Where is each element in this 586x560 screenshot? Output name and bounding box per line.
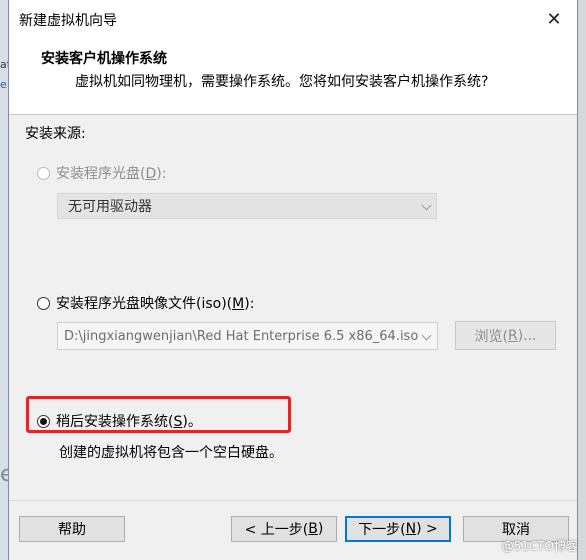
iso-image-label: 安装程序光盘映像文件(iso)(M): — [56, 296, 255, 312]
chevron-down-icon — [421, 330, 432, 341]
radio-button-icon — [37, 296, 50, 310]
radio-button-selected-icon — [37, 414, 50, 428]
window-title: 新建虚拟机向导 — [19, 13, 117, 29]
wizard-footer: 帮助 < 上一步(B) 下一步(N) > 取消 — [9, 500, 577, 560]
next-button[interactable]: 下一步(N) > — [345, 516, 451, 542]
iso-image-radio[interactable]: 安装程序光盘映像文件(iso)(M): — [37, 293, 254, 313]
back-button[interactable]: < 上一步(B) — [231, 516, 337, 542]
close-icon: ✕ — [546, 8, 562, 30]
install-later-radio[interactable]: 稍后安装操作系统(S)。 — [37, 411, 202, 431]
install-later-description: 创建的虚拟机将包含一个空白硬盘。 — [59, 445, 283, 461]
install-later-label: 稍后安装操作系统(S)。 — [56, 414, 202, 430]
iso-path-combobox[interactable]: D:\jingxiangwenjian\Red Hat Enterprise 6… — [57, 322, 438, 350]
iso-path-value: D:\jingxiangwenjian\Red Hat Enterprise 6… — [64, 328, 419, 344]
background-app-strip — [578, 0, 586, 560]
close-button[interactable]: ✕ — [531, 0, 577, 38]
install-source-label: 安装来源: — [25, 126, 86, 142]
browse-button[interactable]: 浏览(R)... — [455, 321, 556, 350]
title-bar[interactable]: 新建虚拟机向导 ✕ — [9, 0, 577, 38]
wizard-content: 安装来源: 安装程序光盘(D): 无可用驱动器 安装程序光盘映像文件(iso)(… — [9, 115, 577, 500]
watermark: @51CTO博客 — [501, 539, 578, 553]
installer-disc-radio[interactable]: 安装程序光盘(D): — [37, 163, 166, 183]
chevron-down-icon — [421, 200, 432, 211]
radio-button-icon — [37, 166, 50, 180]
new-vm-wizard-dialog: 新建虚拟机向导 ✕ 安装客户机操作系统 虚拟机如同物理机，需要操作系统。您将如何… — [8, 0, 578, 560]
drive-dropdown-value: 无可用驱动器 — [68, 199, 152, 215]
installer-disc-label: 安装程序光盘(D): — [56, 166, 167, 182]
wizard-header: 安装客户机操作系统 虚拟机如同物理机，需要操作系统。您将如何安装客户机操作系统? — [9, 38, 577, 115]
page-title: 安装客户机操作系统 — [41, 51, 167, 67]
page-subtitle: 虚拟机如同物理机，需要操作系统。您将如何安装客户机操作系统? — [75, 74, 489, 90]
help-button[interactable]: 帮助 — [19, 516, 125, 542]
drive-dropdown[interactable]: 无可用驱动器 — [57, 193, 437, 219]
